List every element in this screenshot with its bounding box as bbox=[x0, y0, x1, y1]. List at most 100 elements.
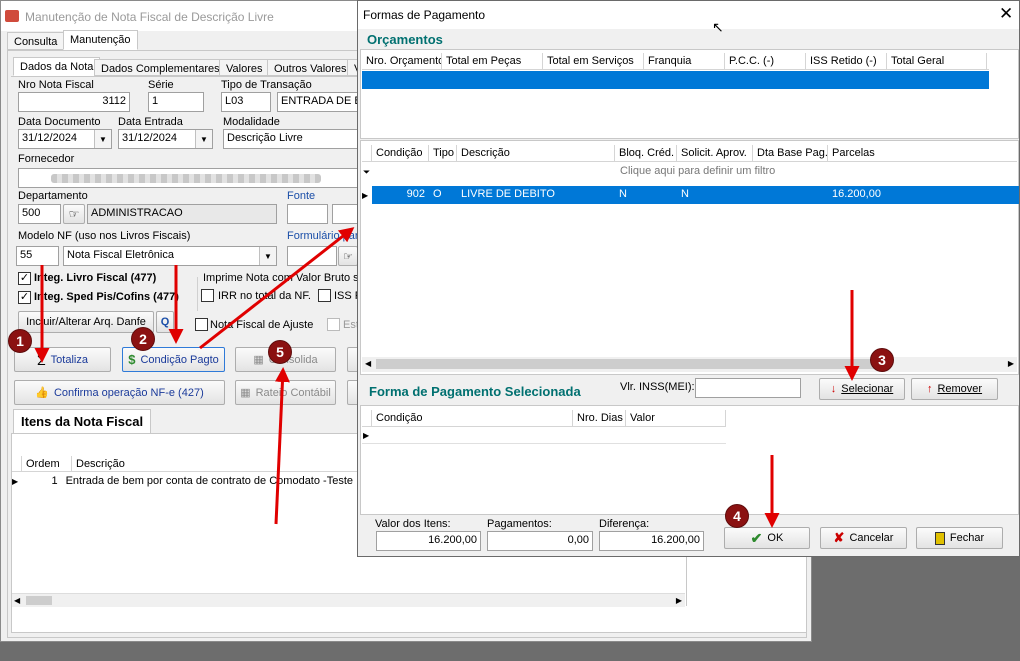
cond-tipo: O bbox=[433, 188, 442, 200]
scroll-right-icon[interactable]: ▶ bbox=[1008, 359, 1014, 368]
sel-col-valor[interactable]: Valor bbox=[626, 410, 726, 426]
chevron-down-icon[interactable]: ▼ bbox=[94, 130, 111, 148]
formulario-input[interactable] bbox=[287, 246, 337, 266]
orc-col-pecas[interactable]: Total em Peças bbox=[442, 53, 543, 69]
cond-col-solicit[interactable]: Solicit. Aprov. bbox=[677, 145, 753, 161]
filter-hint[interactable]: Clique aqui para definir um filtro bbox=[620, 165, 775, 177]
irr-checkbox[interactable] bbox=[201, 289, 214, 302]
tab-itens-nota[interactable]: Itens da Nota Fiscal bbox=[13, 409, 152, 434]
departamento-codigo-input[interactable]: 500 bbox=[18, 204, 61, 224]
orc-col-iss[interactable]: ISS Retido (-) bbox=[806, 53, 887, 69]
iss-checkbox[interactable] bbox=[318, 289, 331, 302]
chevron-down-icon[interactable]: ▼ bbox=[195, 130, 212, 148]
data-entrada-input[interactable]: 31/12/2024 ▼ bbox=[118, 129, 213, 149]
integ-livro-checkbox[interactable]: ✓ bbox=[18, 272, 31, 285]
filter-icon[interactable]: ⏷ bbox=[363, 167, 370, 178]
orc-col-servicos[interactable]: Total em Serviços bbox=[543, 53, 644, 69]
tab-consulta[interactable]: Consulta bbox=[7, 32, 65, 50]
confirma-nfe-button[interactable]: 👍 Confirma operação NF-e (427) bbox=[14, 380, 225, 405]
modalidade-input[interactable]: Descrição Livre bbox=[223, 129, 359, 149]
itens-col-ordem[interactable]: Ordem bbox=[22, 456, 72, 471]
check-icon: ✔ bbox=[750, 529, 763, 546]
table-row[interactable]: ▶ 1 Entrada de bem por conta de contrato… bbox=[12, 473, 357, 490]
tipo-codigo-input[interactable]: L03 bbox=[221, 92, 271, 112]
mouse-cursor-icon: ↖ bbox=[712, 19, 724, 35]
rateio-contabil-button[interactable]: ▦ Rateio Contábil bbox=[235, 380, 336, 405]
itens-col-descricao[interactable]: Descrição bbox=[72, 456, 357, 471]
diferenca-label: Diferença: bbox=[599, 518, 650, 530]
integ-sped-checkbox[interactable]: ✓ bbox=[18, 291, 31, 304]
orc-col-nro[interactable]: Nro. Orçamento bbox=[362, 53, 442, 69]
integ-sped-label: Integ. Sped Pis/Cofins (477) bbox=[34, 291, 179, 303]
condicoes-scrollbar[interactable]: ◀ ▶ bbox=[362, 357, 1017, 372]
cond-col-condicao[interactable]: Condição bbox=[372, 145, 429, 161]
tab-outros-valores[interactable]: Outros Valores bbox=[267, 59, 354, 76]
hand-pointer-icon: ☞ bbox=[68, 207, 80, 221]
selecionadas-header: Condição Nro. Dias Valor bbox=[362, 410, 726, 427]
scroll-left-icon[interactable]: ◀ bbox=[14, 596, 20, 605]
totaliza-label: Totaliza bbox=[50, 353, 88, 366]
rateio-icon: ▦ bbox=[240, 387, 251, 399]
est-checkbox[interactable] bbox=[327, 318, 340, 331]
diferenca-input: 16.200,00 bbox=[599, 531, 704, 551]
scroll-thumb[interactable] bbox=[376, 359, 876, 369]
orc-col-pcc[interactable]: P.C.C. (-) bbox=[725, 53, 806, 69]
confirma-nfe-label: Confirma operação NF-e (427) bbox=[53, 386, 204, 399]
data-documento-input[interactable]: 31/12/2024 ▼ bbox=[18, 129, 112, 149]
modelo-descricao-select[interactable]: Nota Fiscal Eletrônica ▼ bbox=[63, 246, 277, 266]
itens-header: Ordem Descrição bbox=[12, 456, 357, 472]
row-pointer-icon: ▶ bbox=[362, 191, 369, 200]
scroll-left-icon[interactable]: ◀ bbox=[365, 359, 371, 368]
sigma-icon: Σ bbox=[37, 351, 46, 368]
imprime-label: Imprime Nota com Valor Bruto so bbox=[203, 272, 365, 284]
condicao-pagto-button[interactable]: $ Condição Pagto bbox=[122, 347, 225, 372]
ok-button[interactable]: ✔ OK bbox=[724, 527, 810, 549]
orc-col-franquia[interactable]: Franquia bbox=[644, 53, 725, 69]
close-icon[interactable]: ✕ bbox=[999, 4, 1013, 24]
selecionar-button[interactable]: ↓ Selecionar bbox=[819, 378, 905, 400]
data-entrada-value: 31/12/2024 bbox=[122, 132, 178, 144]
table-row[interactable]: ▶ 902 O LIVRE DE DEBITO N N 16.200,00 bbox=[362, 186, 1019, 204]
ajuste-checkbox[interactable] bbox=[195, 318, 208, 331]
cond-col-tipo[interactable]: Tipo bbox=[429, 145, 457, 161]
cond-col-dta[interactable]: Dta Base Pag. bbox=[753, 145, 828, 161]
ok-label: OK bbox=[767, 532, 784, 544]
rateio-label: Rateio Contábil bbox=[255, 386, 331, 399]
orcamentos-selected-row[interactable] bbox=[362, 71, 989, 89]
integ-livro-label: Integ. Livro Fiscal (477) bbox=[34, 272, 157, 284]
remover-button[interactable]: ↑ Remover bbox=[911, 378, 998, 400]
tab-dados-nota[interactable]: Dados da Nota bbox=[13, 57, 101, 76]
orc-col-total[interactable]: Total Geral bbox=[887, 53, 987, 69]
fornecedor-input[interactable] bbox=[18, 168, 359, 188]
step-marker-1: 1 bbox=[8, 329, 32, 353]
tab-dados-complementares[interactable]: Dados Complementares bbox=[94, 59, 227, 76]
formas-pagamento-dialog: Formas de Pagamento ✕ ↖ Orçamentos Nro. … bbox=[357, 0, 1020, 557]
irr-label: IRR no total da NF. bbox=[218, 290, 311, 302]
scroll-right-icon[interactable]: ▶ bbox=[676, 596, 682, 605]
chevron-down-icon[interactable]: ▼ bbox=[259, 247, 276, 265]
scroll-thumb[interactable] bbox=[26, 596, 52, 605]
sel-col-condicao[interactable]: Condição bbox=[372, 410, 573, 426]
fechar-button[interactable]: Fechar bbox=[916, 527, 1003, 549]
cond-col-parcelas[interactable]: Parcelas bbox=[828, 145, 1017, 161]
horizontal-scrollbar[interactable]: ◀ ▶ bbox=[12, 593, 685, 607]
cond-col-bloq[interactable]: Bloq. Créd. bbox=[615, 145, 677, 161]
departamento-descricao-input: ADMINISTRACAO bbox=[87, 204, 277, 224]
nro-nota-input[interactable]: 3112 bbox=[18, 92, 130, 112]
serie-input[interactable]: 1 bbox=[148, 92, 204, 112]
vlr-inss-input[interactable] bbox=[695, 378, 801, 398]
fonte-input-2[interactable] bbox=[332, 204, 359, 224]
list-item[interactable]: ▶ bbox=[362, 428, 726, 444]
tab-valores[interactable]: Valores bbox=[219, 59, 270, 76]
step-marker-5: 5 bbox=[268, 340, 292, 364]
danfe-search-button[interactable]: Q bbox=[156, 311, 174, 333]
sel-col-dias[interactable]: Nro. Dias bbox=[573, 410, 626, 426]
formulario-lookup-button[interactable]: ☞ bbox=[338, 246, 358, 266]
cond-col-descricao[interactable]: Descrição bbox=[457, 145, 615, 161]
modelo-codigo-input[interactable]: 55 bbox=[16, 246, 59, 266]
cancelar-button[interactable]: ✘ Cancelar bbox=[820, 527, 907, 549]
departamento-lookup-button[interactable]: ☞ bbox=[63, 204, 85, 224]
fonte-input[interactable] bbox=[287, 204, 328, 224]
tab-manutencao[interactable]: Manutenção bbox=[63, 30, 138, 50]
totaliza-button[interactable]: Σ Totaliza bbox=[14, 347, 111, 372]
